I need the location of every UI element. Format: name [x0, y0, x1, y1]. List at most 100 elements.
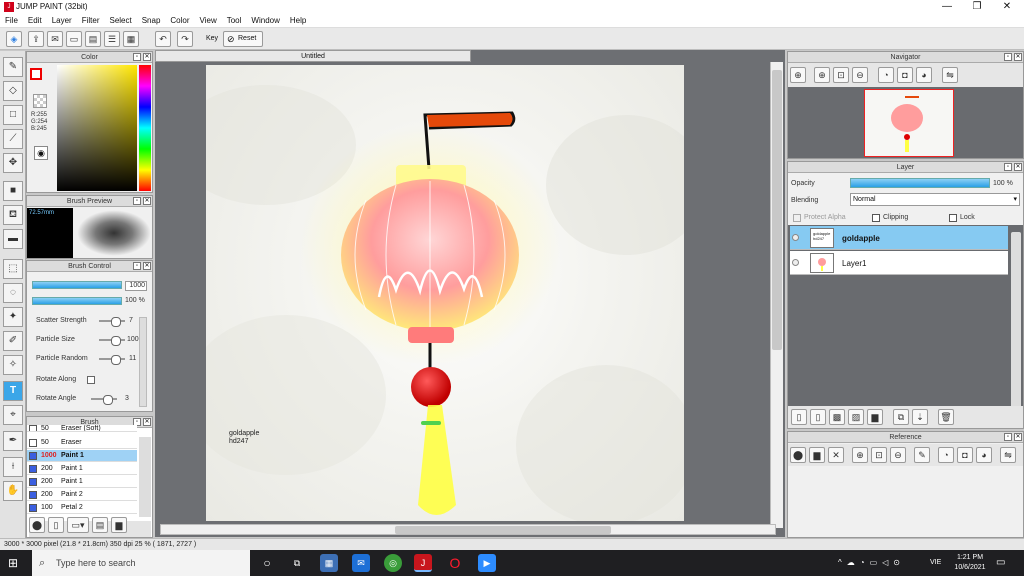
operation-tool-icon[interactable]: ⌖	[3, 405, 23, 425]
app-logo-icon[interactable]: ◈	[6, 31, 22, 47]
eraser-tool-icon[interactable]: ◇	[3, 81, 23, 101]
panel-close-icon[interactable]: ✕	[1014, 433, 1022, 441]
reference-rotate-reset-icon[interactable]: ◘	[957, 447, 973, 463]
horizontal-scroll-thumb[interactable]	[395, 526, 611, 534]
brush-folder-icon[interactable]: ▆	[111, 517, 127, 533]
foreground-color-swatch[interactable]	[30, 68, 42, 80]
select-eraser-icon[interactable]: ✧	[3, 355, 23, 375]
opera-icon[interactable]: O	[446, 554, 464, 572]
blending-select[interactable]: Normal ▾	[850, 193, 1020, 206]
grid-icon[interactable]: ▦	[123, 31, 139, 47]
panel-float-icon[interactable]: ▫	[133, 53, 141, 61]
delete-layer-icon[interactable]: 🗑	[938, 409, 954, 425]
lock-checkbox[interactable]	[949, 214, 957, 222]
lasso-icon[interactable]: ◌	[3, 283, 23, 303]
menu-filter[interactable]: Filter	[77, 14, 105, 27]
panel-float-icon[interactable]: ▫	[133, 262, 141, 270]
merge-layer-icon[interactable]: ⇣	[912, 409, 928, 425]
menu-help[interactable]: Help	[285, 14, 311, 27]
windows-start-icon[interactable]: ⊞	[8, 556, 22, 570]
undo-icon[interactable]: ↶	[155, 31, 171, 47]
zoom-in-icon[interactable]: ⊕	[814, 67, 830, 83]
language-indicator[interactable]: VIE	[930, 559, 941, 566]
reference-rotate-left-icon[interactable]: ◔	[938, 447, 954, 463]
brush-settings-icon[interactable]: ▤	[92, 517, 108, 533]
brush-opacity-slider[interactable]	[32, 297, 122, 305]
panel-float-icon[interactable]: ▫	[1004, 163, 1012, 171]
eye-icon[interactable]	[792, 259, 799, 266]
brush-item-paint2[interactable]: 200 Paint 2	[27, 489, 137, 501]
panel-close-icon[interactable]: ✕	[1014, 163, 1022, 171]
select-pen-icon[interactable]: ✐	[3, 331, 23, 351]
panel-float-icon[interactable]: ▫	[1004, 433, 1012, 441]
reference-open-icon[interactable]: ▆	[809, 447, 825, 463]
redo-icon[interactable]: ↷	[177, 31, 193, 47]
document-tab[interactable]: Untitled	[155, 50, 471, 62]
brush-add-icon[interactable]: ⬤	[29, 517, 45, 533]
duplicate-layer-icon[interactable]: ⧉	[893, 409, 909, 425]
comment-icon[interactable]: ✉	[47, 31, 63, 47]
menu-window[interactable]: Window	[246, 14, 284, 27]
browser-icon[interactable]: ◎	[384, 554, 402, 572]
layer-opacity-slider[interactable]	[850, 178, 990, 188]
menu-file[interactable]: File	[0, 14, 23, 27]
reference-zoom-out-icon[interactable]: ⊖	[890, 447, 906, 463]
brush-item-petal2[interactable]: 100 Petal 2	[27, 502, 137, 514]
notification-icon[interactable]: ▭	[996, 557, 1005, 568]
zoom-app-icon[interactable]: ▶	[478, 554, 496, 572]
brush-list-scrollbar[interactable]	[139, 437, 151, 517]
line-tool-icon[interactable]: ⟋	[3, 129, 23, 149]
scatter-strength-slider[interactable]	[99, 317, 125, 327]
taskbar-search-box[interactable]: ⌕ Type here to search	[32, 550, 250, 576]
list-icon[interactable]: ☰	[104, 31, 120, 47]
panel-float-icon[interactable]: ▫	[133, 197, 141, 205]
text-tool-icon[interactable]: T	[3, 381, 23, 401]
rotate-reset-icon[interactable]: ◘	[897, 67, 913, 83]
rotate-along-checkbox[interactable]	[87, 376, 95, 384]
fill-rect-tool-icon[interactable]: ■	[3, 181, 23, 201]
new-layer-1bit-icon[interactable]: ▨	[848, 409, 864, 425]
layer-row[interactable]: Layer1	[790, 251, 1008, 275]
rotate-left-icon[interactable]: ◔	[878, 67, 894, 83]
document-icon[interactable]: ▤	[85, 31, 101, 47]
reference-close-icon[interactable]: ✕	[828, 447, 844, 463]
rotate-angle-slider[interactable]	[91, 395, 117, 405]
mail-icon[interactable]: ✉	[352, 554, 370, 572]
menu-edit[interactable]: Edit	[23, 14, 47, 27]
brush-item-paint1-selected[interactable]: 1000 Paint 1	[27, 450, 137, 462]
divide-tool-icon[interactable]: ✒	[3, 431, 23, 451]
reference-eyedropper-icon[interactable]: ✎	[914, 447, 930, 463]
menu-layer[interactable]: Layer	[47, 14, 77, 27]
reset-button[interactable]: ⊘ Reset	[223, 31, 263, 47]
hand-tool-icon[interactable]: ✋	[3, 481, 23, 501]
transparent-color-swatch[interactable]	[33, 94, 47, 108]
brush-size-slider[interactable]	[32, 281, 122, 289]
canvas-vertical-scrollbar[interactable]	[770, 62, 783, 528]
palette-icon[interactable]: ◉	[34, 146, 48, 160]
panel-close-icon[interactable]: ✕	[143, 197, 151, 205]
canvas-horizontal-scrollbar[interactable]	[160, 524, 776, 535]
particle-random-slider[interactable]	[99, 355, 125, 365]
select-rect-icon[interactable]: ⬚	[3, 259, 23, 279]
brush-menu-icon[interactable]: ▭▾	[67, 517, 89, 533]
menu-tool[interactable]: Tool	[222, 14, 247, 27]
task-view-icon[interactable]: ⧉	[288, 554, 306, 572]
brush-size-value[interactable]: 1000	[125, 281, 147, 291]
vertical-scroll-thumb[interactable]	[772, 70, 782, 350]
panel-close-icon[interactable]: ✕	[143, 418, 151, 426]
brush-item-eraser-soft[interactable]: 50 Eraser (Soft)	[27, 425, 137, 432]
reference-zoom-in-icon[interactable]: ⊕	[852, 447, 868, 463]
panel-float-icon[interactable]: ▫	[1004, 53, 1012, 61]
panel-close-icon[interactable]: ✕	[1014, 53, 1022, 61]
brush-item-eraser[interactable]: 50 Eraser	[27, 437, 137, 449]
reference-flip-icon[interactable]: ⇋	[1000, 447, 1016, 463]
navigator-thumbnail[interactable]	[864, 89, 954, 157]
system-tray-icons[interactable]: ^☁◔▭◁⊙	[838, 558, 905, 567]
panel-close-icon[interactable]: ✕	[143, 53, 151, 61]
rotate-right-icon[interactable]: ◕	[916, 67, 932, 83]
brush-tool-icon[interactable]: ✎	[3, 57, 23, 77]
particle-size-slider[interactable]	[99, 336, 125, 346]
store-icon[interactable]: ▦	[320, 554, 338, 572]
layer-name[interactable]: goldapple	[842, 234, 880, 243]
restore-button[interactable]: ❐	[962, 0, 992, 14]
